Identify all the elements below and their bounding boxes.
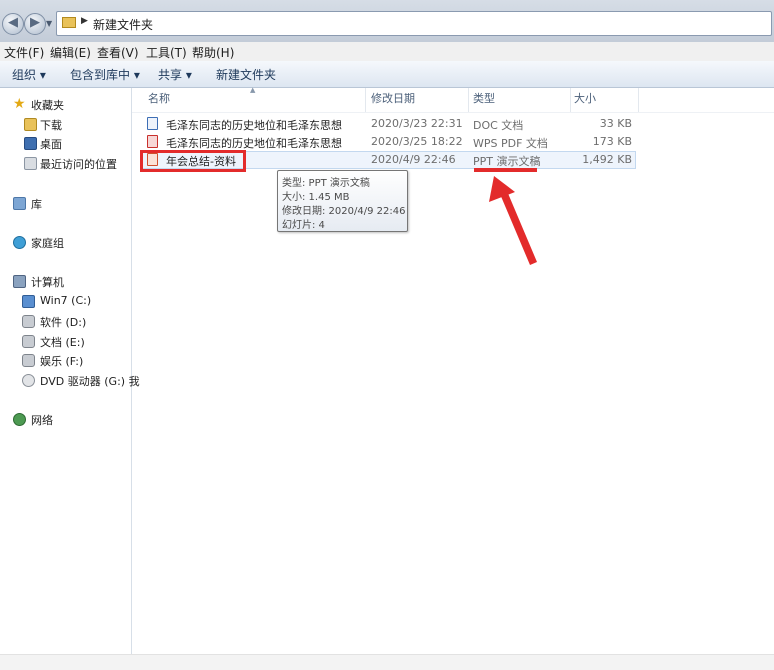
nav-libraries-label: 库 [31, 198, 42, 211]
pdf-file-icon [147, 135, 158, 148]
file-date: 2020/3/23 22:31 [371, 117, 463, 130]
command-bar: 组织 ▾ 包含到库中 ▾ 共享 ▾ 新建文件夹 [0, 61, 774, 88]
file-row[interactable]: 毛泽东同志的历史地位和毛泽东思想 2020/3/23 22:31 DOC 文档 … [140, 115, 636, 133]
file-date: 2020/4/9 22:46 [371, 153, 456, 166]
nav-drive-g-label: DVD 驱动器 (G:) 我 [40, 375, 140, 388]
highlight-box [140, 150, 246, 172]
column-divider[interactable] [365, 88, 366, 112]
breadcrumb-chevron-icon[interactable]: ▶ [81, 16, 88, 26]
hard-drive-icon [22, 315, 35, 328]
nav-drive-f-label: 娱乐 (F:) [40, 355, 84, 368]
menu-help[interactable]: 帮助(H) [192, 44, 234, 61]
forward-button[interactable]: ▶ [24, 13, 46, 35]
column-header-date[interactable]: 修改日期 [371, 90, 415, 106]
back-arrow-icon: ◀ [8, 15, 18, 30]
nav-drive-e-label: 文档 (E:) [40, 336, 85, 349]
file-type: DOC 文档 [473, 119, 524, 132]
folder-icon [62, 17, 76, 28]
header-separator [132, 112, 774, 113]
back-button[interactable]: ◀ [2, 13, 24, 35]
breadcrumb-current-folder[interactable]: 新建文件夹 [93, 16, 153, 33]
nav-network-label: 网络 [31, 414, 53, 427]
nav-downloads-label: 下载 [40, 119, 62, 132]
column-header-type[interactable]: 类型 [473, 90, 495, 106]
share-button[interactable]: 共享 ▾ [158, 66, 192, 83]
menu-view[interactable]: 查看(V) [97, 44, 139, 61]
doc-file-icon [147, 117, 158, 130]
highlight-underline [474, 168, 537, 172]
file-name: 毛泽东同志的历史地位和毛泽东思想 [166, 137, 342, 150]
include-in-library-button[interactable]: 包含到库中 ▾ [70, 66, 140, 83]
file-size: 1,492 KB [582, 153, 632, 166]
file-date: 2020/3/25 18:22 [371, 135, 463, 148]
network-icon [13, 413, 26, 426]
column-divider[interactable] [638, 88, 639, 112]
desktop-icon [24, 137, 37, 150]
column-divider[interactable] [570, 88, 571, 112]
favorites-star-icon: ★ [13, 96, 26, 112]
column-divider[interactable] [468, 88, 469, 112]
tooltip-type: 类型: PPT 演示文稿 [282, 178, 370, 189]
menu-bar: 文件(F) 编辑(E) 查看(V) 工具(T) 帮助(H) [0, 42, 774, 61]
menu-edit[interactable]: 编辑(E) [50, 44, 91, 61]
forward-arrow-icon: ▶ [30, 15, 40, 30]
column-header-size[interactable]: 大小 [574, 90, 596, 106]
nav-drive-c-label: Win7 (C:) [40, 294, 92, 307]
file-type: PPT 演示文稿 [473, 155, 541, 168]
downloads-folder-icon [24, 118, 37, 131]
file-row[interactable]: 毛泽东同志的历史地位和毛泽东思想 2020/3/25 18:22 WPS PDF… [140, 133, 636, 151]
windows-drive-icon [22, 295, 35, 308]
address-input[interactable]: ▶ 新建文件夹 [56, 11, 772, 36]
column-header-name[interactable]: 名称 [148, 90, 170, 106]
hard-drive-icon [22, 354, 35, 367]
sort-ascending-icon: ▲ [250, 86, 256, 94]
organize-button[interactable]: 组织 ▾ [12, 66, 46, 83]
nav-recent-label: 最近访问的位置 [40, 158, 117, 171]
file-name: 毛泽东同志的历史地位和毛泽东思想 [166, 119, 342, 132]
tooltip-modified: 修改日期: 2020/4/9 22:46 [282, 206, 406, 217]
address-bar-area: ◀ ▶ ▼ ▶ 新建文件夹 [0, 0, 774, 42]
nav-homegroup-label: 家庭组 [31, 237, 64, 250]
recent-pages-dropdown-icon[interactable]: ▼ [46, 19, 52, 28]
nav-drive-d-label: 软件 (D:) [40, 316, 87, 329]
dvd-drive-icon [22, 374, 35, 387]
nav-favorites-label: 收藏夹 [31, 99, 64, 112]
menu-tools[interactable]: 工具(T) [146, 44, 187, 61]
file-size: 33 KB [599, 117, 632, 130]
file-type: WPS PDF 文档 [473, 137, 548, 150]
new-folder-button[interactable]: 新建文件夹 [216, 66, 276, 83]
file-info-tooltip: 类型: PPT 演示文稿 大小: 1.45 MB 修改日期: 2020/4/9 … [277, 170, 408, 232]
tooltip-size: 大小: 1.45 MB [282, 192, 350, 203]
file-list: ▲ 名称 修改日期 类型 大小 毛泽东同志的历史地位和毛泽东思想 2020/3/… [132, 86, 774, 654]
menu-file[interactable]: 文件(F) [4, 44, 44, 61]
hard-drive-icon [22, 335, 35, 348]
details-pane [0, 654, 774, 670]
libraries-icon [13, 197, 26, 210]
tooltip-slides: 幻灯片: 4 [282, 220, 325, 231]
computer-icon [13, 275, 26, 288]
navigation-pane: ★ 收藏夹 下载 桌面 最近访问的位置 库 家庭组 计算机 Win7 (C:) … [0, 88, 140, 654]
nav-desktop-label: 桌面 [40, 138, 62, 151]
file-size: 173 KB [592, 135, 632, 148]
nav-computer-label: 计算机 [31, 276, 64, 289]
recent-places-icon [24, 157, 37, 170]
homegroup-icon [13, 236, 26, 249]
